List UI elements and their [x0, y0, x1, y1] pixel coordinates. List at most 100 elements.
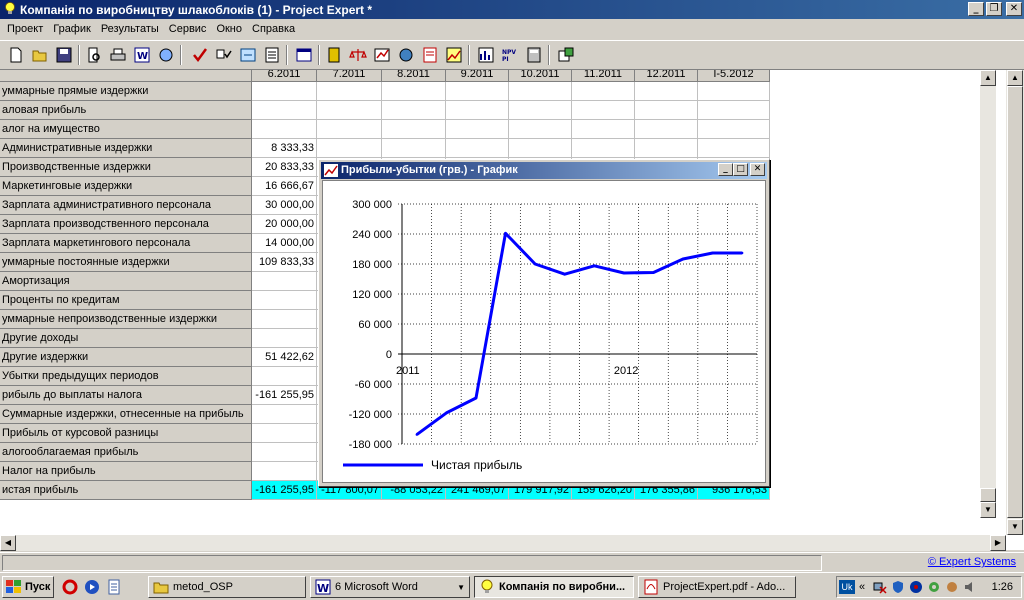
- table-cell[interactable]: [509, 82, 572, 101]
- scroll-up-icon[interactable]: ▲: [980, 70, 996, 86]
- chevron-left-icon[interactable]: «: [859, 580, 873, 594]
- row-label[interactable]: Проценты по кредитам: [0, 291, 252, 310]
- row-label[interactable]: алог на имущество: [0, 120, 252, 139]
- row-label[interactable]: уммарные непроизводственные издержки: [0, 310, 252, 329]
- row-label[interactable]: аловая прибыль: [0, 101, 252, 120]
- column-header[interactable]: 7.2011: [317, 70, 382, 82]
- table-cell[interactable]: 51 422,62: [252, 348, 317, 367]
- table-cell[interactable]: [252, 424, 317, 443]
- table-cell[interactable]: [698, 139, 770, 158]
- column-header[interactable]: 10.2011: [509, 70, 572, 82]
- table-cell[interactable]: [635, 82, 698, 101]
- print-preview-icon[interactable]: [84, 45, 104, 65]
- column-header[interactable]: 8.2011: [382, 70, 446, 82]
- restore-button[interactable]: ❐: [986, 2, 1002, 16]
- row-label[interactable]: истая прибыль: [0, 481, 252, 500]
- language-indicator[interactable]: Uk: [839, 580, 855, 594]
- menu-project[interactable]: Проект: [2, 23, 48, 35]
- table-cell[interactable]: [252, 120, 317, 139]
- row-label[interactable]: Другие доходы: [0, 329, 252, 348]
- table-cell[interactable]: -161 255,95: [252, 386, 317, 405]
- start-button[interactable]: Пуск: [2, 576, 54, 598]
- row-label[interactable]: алогооблагаемая прибыль: [0, 443, 252, 462]
- scroll-up-icon[interactable]: ▲: [1007, 70, 1023, 86]
- minimize-button[interactable]: _: [718, 163, 733, 176]
- cash-flow-icon[interactable]: [324, 45, 344, 65]
- chart-icon[interactable]: [444, 45, 464, 65]
- chart-window[interactable]: Прибыли-убытки (грв.) - График _ □ ✕ 300…: [318, 159, 770, 487]
- window-horizontal-scrollbar[interactable]: ◀ ▶: [0, 535, 1006, 551]
- indicators-icon[interactable]: [476, 45, 496, 65]
- scroll-thumb[interactable]: [980, 488, 996, 502]
- table-cell[interactable]: 16 666,67: [252, 177, 317, 196]
- minimize-button[interactable]: _: [968, 2, 984, 16]
- table-cell[interactable]: [252, 405, 317, 424]
- table-cell[interactable]: [572, 101, 635, 120]
- row-label[interactable]: Зарплата маркетингового персонала: [0, 234, 252, 253]
- maximize-button[interactable]: □: [733, 163, 748, 176]
- grid-vertical-scrollbar[interactable]: ▲ ▼: [980, 70, 996, 518]
- close-button[interactable]: ✕: [750, 163, 765, 176]
- media-player-icon[interactable]: [84, 579, 100, 595]
- report-icon[interactable]: [262, 45, 282, 65]
- table-cell[interactable]: [382, 101, 446, 120]
- save-icon[interactable]: [54, 45, 74, 65]
- table-cell[interactable]: [317, 101, 382, 120]
- row-label[interactable]: Суммарные издержки, отнесенные на прибыл…: [0, 405, 252, 424]
- calculator-icon[interactable]: [524, 45, 544, 65]
- table-icon[interactable]: [294, 45, 314, 65]
- scroll-thumb[interactable]: [1007, 86, 1023, 518]
- table-cell[interactable]: [509, 120, 572, 139]
- menu-chart[interactable]: График: [48, 23, 96, 35]
- table-cell[interactable]: [635, 101, 698, 120]
- table-cell[interactable]: [635, 120, 698, 139]
- window-vertical-scrollbar[interactable]: ▲ ▼: [1006, 70, 1024, 535]
- table-cell[interactable]: 20 833,33: [252, 158, 317, 177]
- print-icon[interactable]: [108, 45, 128, 65]
- scroll-left-icon[interactable]: ◀: [0, 535, 16, 551]
- scroll-down-icon[interactable]: ▼: [1007, 519, 1023, 535]
- row-label[interactable]: рибыль до выплаты налога: [0, 386, 252, 405]
- column-header[interactable]: 6.2011: [252, 70, 317, 82]
- web-export-icon[interactable]: [156, 45, 176, 65]
- globe-icon[interactable]: [396, 45, 416, 65]
- row-label[interactable]: Зарплата административного персонала: [0, 196, 252, 215]
- table-cell[interactable]: [446, 101, 509, 120]
- antivirus-icon[interactable]: [909, 580, 923, 594]
- column-header[interactable]: I-5.2012: [698, 70, 770, 82]
- table-cell[interactable]: [317, 82, 382, 101]
- table-cell[interactable]: [572, 139, 635, 158]
- table-cell[interactable]: [252, 367, 317, 386]
- close-button[interactable]: ✕: [1006, 2, 1022, 16]
- open-folder-icon[interactable]: [30, 45, 50, 65]
- word-export-icon[interactable]: W: [132, 45, 152, 65]
- profit-loss-icon[interactable]: [372, 45, 392, 65]
- menu-help[interactable]: Справка: [247, 23, 300, 35]
- row-label[interactable]: Маркетинговые издержки: [0, 177, 252, 196]
- table-cell[interactable]: [509, 139, 572, 158]
- refresh-icon[interactable]: [238, 45, 258, 65]
- new-document-icon[interactable]: [6, 45, 26, 65]
- row-label[interactable]: Другие издержки: [0, 348, 252, 367]
- scroll-down-icon[interactable]: ▼: [980, 502, 996, 518]
- table-cell[interactable]: [317, 139, 382, 158]
- table-cell[interactable]: [446, 139, 509, 158]
- check-data-icon[interactable]: [214, 45, 234, 65]
- balance-icon[interactable]: [348, 45, 368, 65]
- table-cell[interactable]: 8 333,33: [252, 139, 317, 158]
- table-cell[interactable]: 20 000,00: [252, 215, 317, 234]
- table-cell[interactable]: [382, 82, 446, 101]
- check-icon[interactable]: [190, 45, 210, 65]
- gear-icon[interactable]: [927, 580, 941, 594]
- table-cell[interactable]: [446, 120, 509, 139]
- taskbar-item[interactable]: metod_OSP: [148, 576, 306, 598]
- table-cell[interactable]: [698, 120, 770, 139]
- row-label[interactable]: Прибыль от курсовой разницы: [0, 424, 252, 443]
- table-cell[interactable]: [635, 139, 698, 158]
- table-cell[interactable]: 14 000,00: [252, 234, 317, 253]
- table-cell[interactable]: 30 000,00: [252, 196, 317, 215]
- row-label[interactable]: уммарные прямые издержки: [0, 82, 252, 101]
- taskbar-item[interactable]: ProjectExpert.pdf - Ado...: [638, 576, 796, 598]
- document-red-icon[interactable]: [420, 45, 440, 65]
- table-cell[interactable]: [572, 120, 635, 139]
